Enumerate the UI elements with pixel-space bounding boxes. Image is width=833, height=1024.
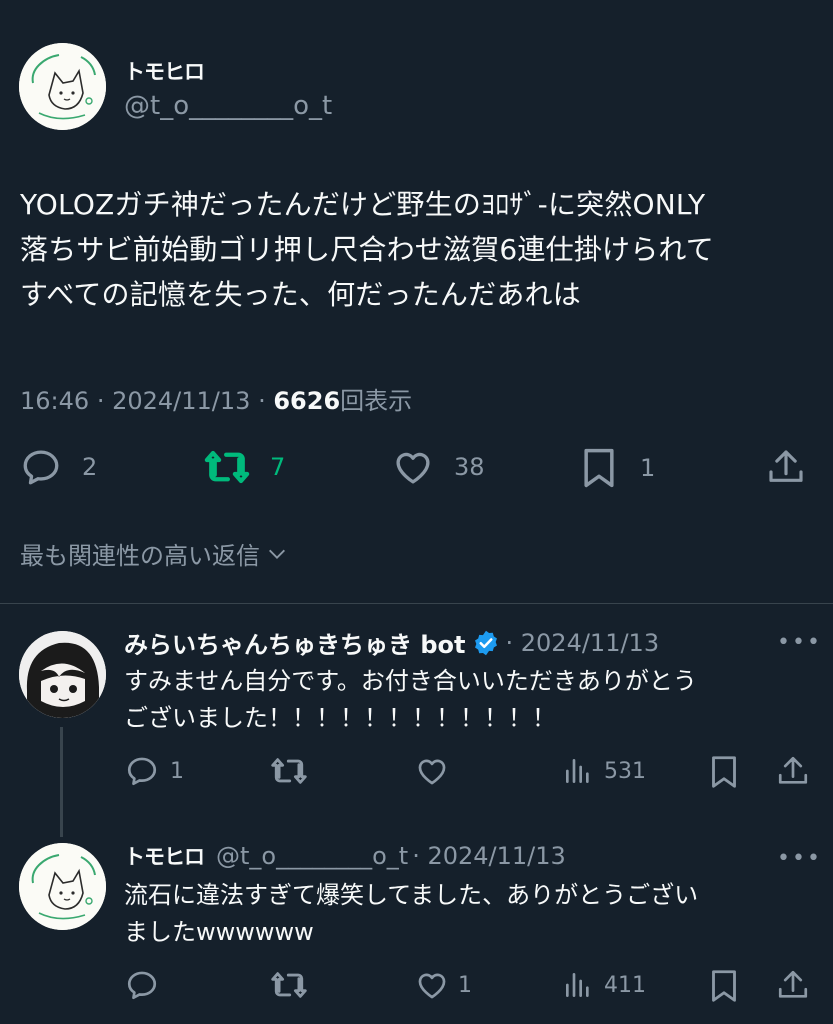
author-display-name[interactable]: トモヒロ [124,56,205,86]
reply-text: 流石に違法すぎて爆笑してました、ありがとうござい ましたwwwwww [124,877,824,951]
retweet-icon [271,758,307,784]
reply-views-button[interactable]: 531 [562,754,646,788]
author-avatar[interactable] [19,43,106,130]
views-count: 411 [604,972,646,998]
tweet-text-line: 落ちサビ前始動ゴリ押し尺合わせ滋賀6連仕掛けられて [20,233,714,266]
reply-like-button[interactable]: 1 [414,968,472,1002]
reply-text-line: ございました！！！！！！！！！！！！ [124,704,556,732]
bookmark-icon [712,756,736,788]
cat-doodle-avatar-image [19,843,106,930]
share-button[interactable] [766,446,806,488]
reply-avatar[interactable] [19,843,106,930]
divider [0,603,833,604]
reply-author-row: トモヒロ @t_o________o_t · 2024/11/13 [124,841,566,871]
reply-reply-button[interactable]: 1 [124,754,184,788]
share-icon [778,970,808,998]
reply-retweet-button[interactable] [270,968,308,1002]
tweet-text: YOLOZガチ神だったんだけど野生のﾖﾛｻﾞ-に突然ONLY 落ちサビ前始動ゴリ… [20,182,820,317]
tweet-text-line: YOLOZガチ神だったんだけど野生のﾖﾛｻﾞ-に突然ONLY [20,188,706,221]
reply-count: 2 [82,453,98,481]
analytics-icon [566,759,589,783]
reply-sort-dropdown[interactable]: 最も関連性の高い返信 [20,536,290,571]
retweet-icon [271,972,307,998]
retweet-count: 7 [270,453,286,481]
reply-views-button[interactable]: 411 [562,968,646,1002]
reply-display-name[interactable]: トモヒロ [124,841,205,871]
bookmark-count: 1 [640,454,656,482]
chevron-down-icon [269,549,285,559]
reply-text-line: 流石に違法すぎて爆笑してました、ありがとうござい [124,881,699,909]
like-count: 1 [458,972,472,998]
like-button[interactable]: 38 [392,446,485,488]
tweet-meta: 16:46 · 2024/11/13 · 6626回表示 [20,381,412,416]
bookmark-icon [584,448,614,488]
heart-icon [396,452,430,484]
tweet-time[interactable]: 16:46 [20,387,89,415]
tweet-text-line: すべての記憶を失った、何だったんだあれは [20,278,581,311]
views-label: 回表示 [340,387,413,415]
reply-sort-label: 最も関連性の高い返信 [20,542,260,570]
like-count: 38 [454,453,485,481]
verified-badge-icon [474,630,497,655]
views-count: 531 [604,758,646,784]
reply-text: すみません自分です。お付き合いいただきありがとう ございました！！！！！！！！！… [124,663,824,737]
anime-girl-avatar-image [19,631,106,718]
thread-connector-line [60,727,63,837]
reply-text-line: ましたwwwwww [124,918,314,946]
share-icon [769,450,803,482]
reply-button[interactable]: 2 [20,446,97,488]
reply-icon [127,757,157,786]
reply-retweet-button[interactable] [270,754,308,788]
reply-count: 1 [170,758,184,784]
analytics-icon [566,973,589,997]
reply-reply-button[interactable] [124,968,160,1002]
reply-like-button[interactable] [414,754,450,788]
bookmark-button[interactable]: 1 [580,446,655,490]
tweet-date[interactable]: 2024/11/13 [112,387,250,415]
more-options-button[interactable]: ••• [777,630,822,655]
retweet-icon [204,450,250,484]
cat-doodle-avatar-image [19,43,106,130]
reply-author-row: みらいちゃんちゅきちゅき bot · 2024/11/13 [124,625,659,660]
reply-handle[interactable]: @t_o________o_t [216,842,408,870]
reply-text-line: すみません自分です。お付き合いいただきありがとう [124,667,697,695]
retweet-button[interactable]: 7 [204,446,285,488]
share-icon [778,756,808,784]
more-options-button[interactable]: ••• [777,846,822,871]
reply-share-button[interactable] [776,754,810,788]
bookmark-icon [712,970,736,1002]
reply-avatar[interactable] [19,631,106,718]
author-handle[interactable]: @t_o________o_t [124,91,332,121]
reply-display-name[interactable]: みらいちゃんちゅきちゅき bot [124,625,466,660]
heart-icon [418,973,446,999]
reply-date[interactable]: · 2024/11/13 [506,629,660,657]
meta-separator: · [96,387,105,415]
views-count: 6626 [273,387,341,415]
reply-icon [127,971,157,1000]
reply-share-button[interactable] [776,968,810,1002]
meta-separator: · [258,387,266,415]
reply-bookmark-button[interactable] [708,754,740,790]
reply-icon [23,450,59,485]
heart-icon [418,759,446,785]
reply-bookmark-button[interactable] [708,968,740,1004]
reply-date[interactable]: · 2024/11/13 [412,842,566,870]
